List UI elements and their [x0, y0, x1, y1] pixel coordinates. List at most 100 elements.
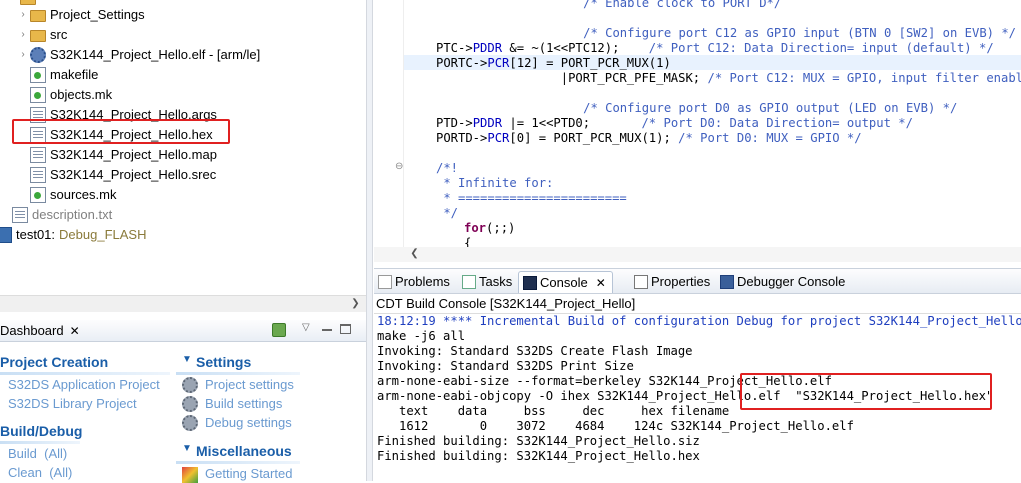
tab-problems[interactable]: Problems	[374, 271, 450, 293]
expand-arrow-icon[interactable]: ›	[16, 5, 30, 25]
code-text: &= ~(1<<PTC12);	[502, 41, 649, 55]
tree-item-sources-mk[interactable]: sources.mk	[30, 185, 116, 205]
code-line-10: PORTD->PCR[0] = PORT_PCR_MUX(1); /* Port…	[436, 131, 862, 146]
maximize-icon[interactable]	[340, 324, 351, 334]
close-icon[interactable]: ✕	[596, 272, 606, 294]
link-getting-started[interactable]: Getting Started	[205, 465, 292, 483]
link-clean-label: Clean	[8, 465, 42, 480]
code-comment-line: * Infinite for:	[436, 176, 553, 191]
console-line: 18:12:19 **** Incremental Build of confi…	[377, 314, 1021, 329]
code-comment: /* Port C12: MUX = GPIO, input filter en…	[708, 71, 1021, 85]
add-project-icon[interactable]	[272, 323, 286, 337]
section-arrow-icon: ▼	[182, 354, 192, 365]
expand-arrow-icon[interactable]: ›	[16, 25, 30, 45]
problems-icon	[378, 275, 392, 289]
code-text: PTD->	[436, 116, 473, 130]
tree-item-makefile[interactable]: makefile	[30, 65, 98, 85]
settings-gear-icon	[182, 396, 198, 412]
project-explorer: › Project_Settings › src › S32K144_Proje…	[0, 0, 366, 312]
link-build-label: Build	[8, 446, 37, 461]
tab-properties[interactable]: Properties	[630, 271, 710, 293]
text-file-icon	[30, 167, 46, 183]
tasks-icon	[462, 275, 476, 289]
tree-item-label: src	[50, 25, 67, 45]
minimize-icon[interactable]	[322, 329, 332, 331]
code-indent	[407, 101, 583, 115]
console-icon	[523, 276, 537, 290]
hex-file-highlight-box	[12, 119, 230, 144]
link-build-note: (All)	[44, 446, 67, 461]
code-comment-line: */	[436, 206, 458, 221]
code-text: PORTC->	[436, 56, 487, 70]
code-comment: /* Port C12: Data Direction= input (defa…	[649, 41, 994, 55]
close-icon[interactable]: ✕	[70, 320, 80, 342]
makefile-icon	[30, 187, 46, 203]
tab-label: Debugger Console	[737, 271, 845, 293]
console-line: make -j6 all	[377, 329, 465, 344]
makefile-icon	[30, 67, 46, 83]
tab-label: Console	[540, 272, 588, 294]
code-line-1: /* Enable clock to PORT D*/	[407, 0, 781, 11]
explorer-horizontal-scrollbar[interactable]: ❯	[0, 295, 366, 312]
link-build-settings[interactable]: Build settings	[205, 395, 282, 413]
link-s32ds-application-project[interactable]: S32DS Application Project	[8, 376, 160, 394]
project-icon	[0, 227, 12, 243]
tree-item-label: description.txt	[32, 205, 112, 225]
editor-horizontal-scrollbar[interactable]: ❮	[374, 247, 1021, 262]
tree-item-label: makefile	[50, 65, 98, 85]
link-project-settings[interactable]: Project settings	[205, 376, 294, 394]
scroll-right-icon[interactable]: ❯	[347, 296, 364, 312]
fold-toggle-icon[interactable]: ⊖	[395, 161, 403, 172]
tab-label: Dashboard	[0, 320, 64, 342]
tree-item-map[interactable]: S32K144_Project_Hello.map	[30, 145, 217, 165]
section-title-build-debug: Build/Debug	[0, 422, 82, 440]
scroll-left-icon[interactable]: ❮	[406, 246, 423, 262]
tab-debugger-console[interactable]: Debugger Console	[716, 271, 845, 293]
debugger-console-icon	[720, 275, 734, 289]
text-file-icon	[30, 147, 46, 163]
tree-item-src[interactable]: › src	[16, 25, 67, 45]
code-field: PCR	[487, 131, 509, 145]
tree-item-description[interactable]: description.txt	[12, 205, 112, 225]
code-line-5: PORTC->PCR[12] = PORT_PCR_MUX(1)	[436, 56, 671, 71]
code-line-for: for(;;)	[464, 221, 515, 236]
view-splitter[interactable]	[366, 0, 373, 481]
console-line: Finished building: S32K144_Project_Hello…	[377, 434, 700, 449]
code-indent	[407, 0, 583, 10]
code-text: /* Configure port D0 as GPIO output (LED…	[583, 101, 957, 115]
tab-dashboard[interactable]: Dashboard ✕	[0, 320, 86, 342]
code-line-3: /* Configure port C12 as GPIO input (BTN…	[407, 26, 1016, 41]
settings-gear-icon	[182, 415, 198, 431]
properties-icon	[634, 275, 648, 289]
dashboard-tabbar: Dashboard ✕ ▽	[0, 320, 366, 342]
code-text: PORTD->	[436, 131, 487, 145]
code-keyword: for	[464, 221, 486, 235]
tab-console[interactable]: Console ✕	[518, 271, 613, 293]
tree-item-label: S32K144_Project_Hello.srec	[50, 165, 216, 185]
tree-item-project-config[interactable]: test01: Debug_FLASH	[0, 225, 146, 245]
section-title-miscellaneous: Miscellaneous	[196, 442, 292, 460]
editor-ruler	[374, 0, 404, 248]
link-s32ds-library-project[interactable]: S32DS Library Project	[8, 395, 137, 413]
code-text: PTC->	[436, 41, 473, 55]
project-config: Debug_FLASH	[59, 225, 146, 245]
expand-arrow-icon[interactable]: ›	[16, 45, 30, 65]
link-clean[interactable]: Clean (All)	[8, 464, 72, 482]
tab-tasks[interactable]: Tasks	[458, 271, 512, 293]
tree-item-srec[interactable]: S32K144_Project_Hello.srec	[30, 165, 216, 185]
code-text: [12] = PORT_PCR_MUX(1)	[509, 56, 670, 70]
dashboard-body: Project Creation S32DS Application Proje…	[0, 342, 366, 481]
tree-item-label: objects.mk	[50, 85, 112, 105]
tree-item-project-settings[interactable]: › Project_Settings	[16, 5, 145, 25]
tab-label: Tasks	[479, 271, 512, 293]
binary-gear-icon	[30, 47, 46, 63]
section-arrow-icon: ▼	[182, 443, 192, 454]
tree-item-objects-mk[interactable]: objects.mk	[30, 85, 112, 105]
console-line: Invoking: Standard S32DS Print Size	[377, 359, 634, 374]
section-underline	[0, 441, 80, 444]
tree-item-elf[interactable]: › S32K144_Project_Hello.elf - [arm/le]	[16, 45, 260, 65]
view-menu-icon[interactable]: ▽	[302, 322, 310, 333]
link-build[interactable]: Build (All)	[8, 445, 67, 463]
code-line-brace: {	[464, 236, 471, 247]
link-debug-settings[interactable]: Debug settings	[205, 414, 292, 432]
